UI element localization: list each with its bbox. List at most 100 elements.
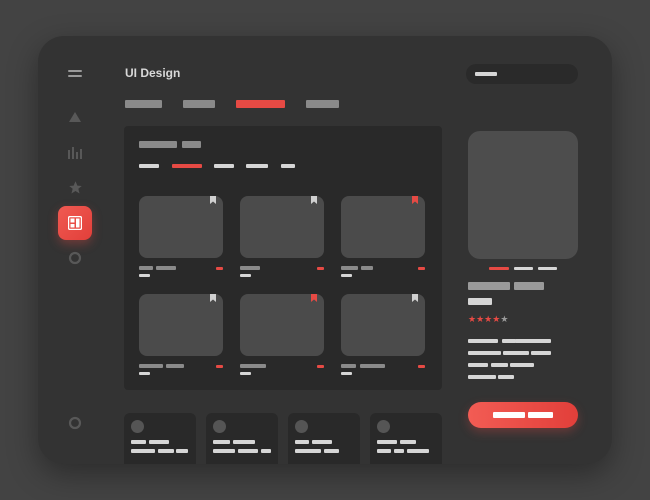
button-label-placeholder	[493, 412, 525, 418]
product-title-2	[514, 282, 544, 290]
bookmark-icon[interactable]	[311, 196, 317, 204]
mini-card-line	[131, 440, 146, 444]
grid-card[interactable]	[240, 294, 324, 356]
filter-2-active[interactable]	[172, 164, 202, 168]
description-line	[510, 363, 534, 367]
rating-stars: ★★★★★	[468, 314, 508, 324]
star-icon: ★	[476, 314, 485, 324]
content-panel	[124, 126, 442, 390]
card-meta	[139, 274, 150, 277]
mini-card-line	[233, 440, 255, 444]
panel-heading-2	[182, 141, 201, 148]
mini-card-line	[407, 449, 429, 453]
mini-card[interactable]	[370, 413, 442, 464]
avatar	[377, 420, 390, 433]
mini-card-line	[213, 449, 235, 453]
mini-card-line	[377, 440, 397, 444]
description-line	[468, 363, 488, 367]
avatar	[213, 420, 226, 433]
mini-card[interactable]	[288, 413, 360, 464]
tab-3-active[interactable]	[236, 100, 285, 108]
mini-card[interactable]	[124, 413, 196, 464]
description-line	[468, 351, 501, 355]
filter-3[interactable]	[214, 164, 234, 168]
tab-1[interactable]	[125, 100, 162, 108]
dashboard-icon	[68, 216, 82, 230]
card-meta	[341, 266, 358, 270]
dashboard-button[interactable]	[58, 206, 92, 240]
card-meta	[139, 266, 153, 270]
description-line	[498, 375, 514, 379]
star-icon: ★	[500, 314, 509, 324]
description-line	[531, 351, 551, 355]
avatar	[295, 420, 308, 433]
grid-card[interactable]	[341, 196, 425, 258]
mini-card[interactable]	[206, 413, 278, 464]
app-window: UI Design ★★★★★	[38, 36, 612, 464]
bookmark-icon[interactable]	[210, 294, 216, 302]
mini-card-line	[158, 449, 174, 453]
mini-card-line	[176, 449, 188, 453]
filter-5[interactable]	[281, 164, 295, 168]
product-image	[468, 131, 578, 259]
mini-card-line	[238, 449, 258, 453]
description-line	[502, 339, 516, 343]
card-meta	[341, 364, 356, 368]
card-price	[216, 365, 223, 368]
tab-2[interactable]	[183, 100, 215, 108]
card-price	[317, 267, 324, 270]
mini-card-line	[295, 449, 321, 453]
card-meta	[360, 364, 385, 368]
filter-1[interactable]	[139, 164, 159, 168]
settings-circle-icon[interactable]	[66, 414, 84, 432]
grid-card[interactable]	[240, 196, 324, 258]
mini-card-line	[324, 449, 339, 453]
card-meta	[341, 274, 352, 277]
bar-chart-icon[interactable]	[66, 143, 84, 161]
star-icon[interactable]	[66, 178, 84, 196]
bookmark-icon-active[interactable]	[311, 294, 317, 302]
carousel-dot[interactable]	[538, 267, 557, 270]
primary-action-button[interactable]	[468, 402, 578, 428]
tab-4[interactable]	[306, 100, 339, 108]
mini-card-line	[149, 440, 169, 444]
filter-4[interactable]	[246, 164, 268, 168]
grid-card[interactable]	[139, 196, 223, 258]
triangle-icon[interactable]	[66, 108, 84, 126]
mini-card-line	[377, 449, 391, 453]
bookmark-icon[interactable]	[412, 294, 418, 302]
card-meta	[139, 372, 150, 375]
card-price	[216, 267, 223, 270]
circle-icon[interactable]	[66, 249, 84, 267]
panel-heading	[139, 141, 177, 148]
card-meta	[166, 364, 184, 368]
button-label-placeholder	[528, 412, 553, 418]
card-price	[418, 365, 425, 368]
mini-card-line	[312, 440, 332, 444]
card-meta	[361, 266, 373, 270]
card-price	[418, 267, 425, 270]
menu-icon[interactable]	[68, 68, 82, 78]
description-line	[468, 339, 498, 343]
grid-card[interactable]	[341, 294, 425, 356]
bookmark-icon-active[interactable]	[412, 196, 418, 204]
avatar	[131, 420, 144, 433]
mini-card-line	[213, 440, 230, 444]
product-subtitle	[468, 298, 492, 305]
mini-card-line	[295, 440, 309, 444]
search-input[interactable]	[466, 64, 578, 84]
description-line	[491, 363, 508, 367]
product-title	[468, 282, 510, 290]
card-meta	[240, 274, 251, 277]
card-meta	[156, 266, 176, 270]
search-placeholder	[475, 72, 497, 76]
card-meta	[139, 364, 163, 368]
mini-card-line	[400, 440, 416, 444]
card-meta	[240, 364, 266, 368]
mini-card-line	[394, 449, 404, 453]
carousel-dot[interactable]	[514, 267, 533, 270]
carousel-dot-active[interactable]	[489, 267, 509, 270]
card-price	[317, 365, 324, 368]
bookmark-icon[interactable]	[210, 196, 216, 204]
grid-card[interactable]	[139, 294, 223, 356]
